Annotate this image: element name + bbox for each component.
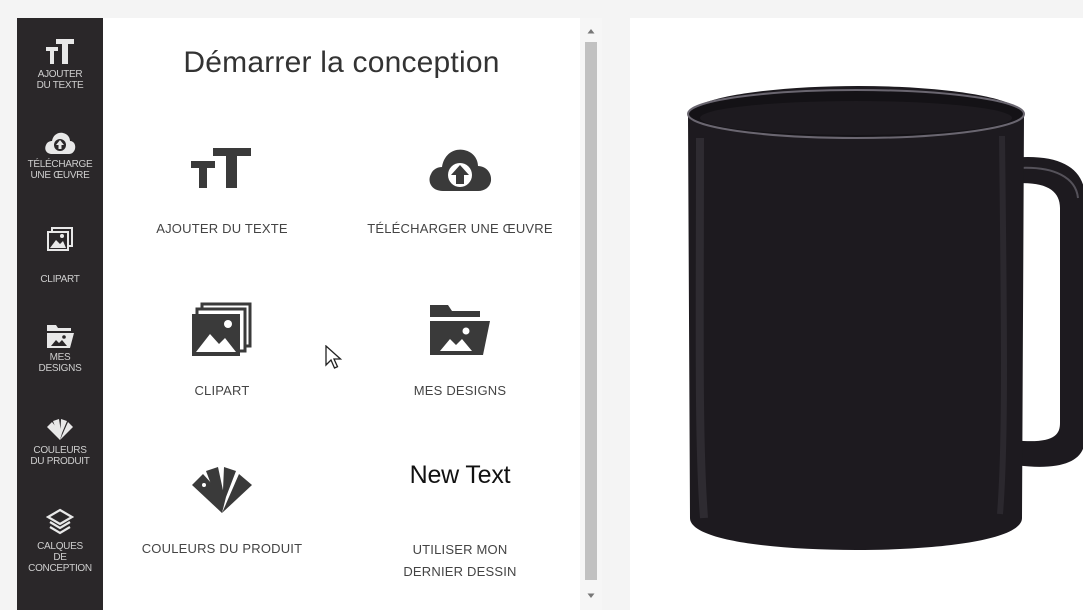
last-design-preview-text: New Text <box>409 461 511 489</box>
rail-item-product-colors[interactable]: COULEURS DU PRODUIT <box>17 418 103 467</box>
rail-item-label: CALQUES DE CONCEPTION <box>28 541 92 574</box>
panel-title: Démarrer la conception <box>183 46 500 79</box>
mug-image <box>687 86 1083 550</box>
scroll-up-arrow-icon[interactable] <box>586 27 596 35</box>
cloud-upload-icon <box>45 132 76 154</box>
folder-image-icon <box>47 325 74 348</box>
tile-add-text[interactable]: AJOUTER DU TEXTE <box>103 138 341 248</box>
tile-label: AJOUTER DU TEXTE <box>156 221 288 236</box>
tile-label: COULEURS DU PRODUIT <box>141 541 303 556</box>
tile-clipart[interactable]: CLIPART <box>103 300 341 410</box>
rail-item-clipart[interactable]: CLIPART <box>17 226 103 285</box>
color-swatch-icon <box>47 419 73 440</box>
folder-image-icon <box>430 305 490 355</box>
text-size-icon <box>191 148 251 188</box>
rail-item-label: AJOUTER DU TEXTE <box>36 69 84 91</box>
product-preview <box>630 18 1083 610</box>
tile-label: UTILISER MON DERNIER DESSIN <box>403 542 517 579</box>
images-icon <box>192 302 252 356</box>
mouse-cursor-icon <box>325 344 343 376</box>
text-size-icon <box>46 39 74 64</box>
tile-upload-artwork[interactable]: TÉLÉCHARGER UNE ŒUVRE <box>341 138 579 248</box>
tool-rail: AJOUTER DU TEXTE TÉLÉCHARGE UNE ŒUVRE CL… <box>17 18 103 610</box>
tile-label: CLIPART <box>194 383 250 398</box>
rail-item-add-text[interactable]: AJOUTER DU TEXTE <box>17 36 103 91</box>
rail-item-label: MES DESIGNS <box>38 352 82 374</box>
rail-item-label: TÉLÉCHARGE UNE ŒUVRE <box>27 159 93 181</box>
rail-item-label: CLIPART <box>40 274 80 285</box>
rail-item-my-designs[interactable]: MES DESIGNS <box>17 321 103 374</box>
start-design-panel: Démarrer la conception AJOUTER DU TEXTE <box>103 18 580 610</box>
rail-item-label: COULEURS DU PRODUIT <box>30 445 90 467</box>
layers-icon <box>46 508 74 535</box>
rail-item-upload[interactable]: TÉLÉCHARGE UNE ŒUVRE <box>17 130 103 181</box>
color-swatch-icon <box>192 467 252 513</box>
cloud-upload-icon <box>429 149 492 191</box>
scroll-down-arrow-icon[interactable] <box>586 592 596 600</box>
tile-label: TÉLÉCHARGER UNE ŒUVRE <box>367 221 553 236</box>
panel-scrollbar[interactable] <box>580 18 602 610</box>
tile-use-last-design[interactable]: New Text UTILISER MON DERNIER DESSIN <box>341 458 579 588</box>
tile-my-designs[interactable]: MES DESIGNS <box>341 300 579 410</box>
rail-item-design-layers[interactable]: CALQUES DE CONCEPTION <box>17 508 103 574</box>
scrollbar-thumb[interactable] <box>585 42 597 580</box>
designer-app: AJOUTER DU TEXTE TÉLÉCHARGE UNE ŒUVRE CL… <box>0 0 1083 610</box>
images-icon <box>47 227 73 251</box>
tile-product-colors[interactable]: COULEURS DU PRODUIT <box>103 458 341 588</box>
tile-label: MES DESIGNS <box>413 383 507 398</box>
